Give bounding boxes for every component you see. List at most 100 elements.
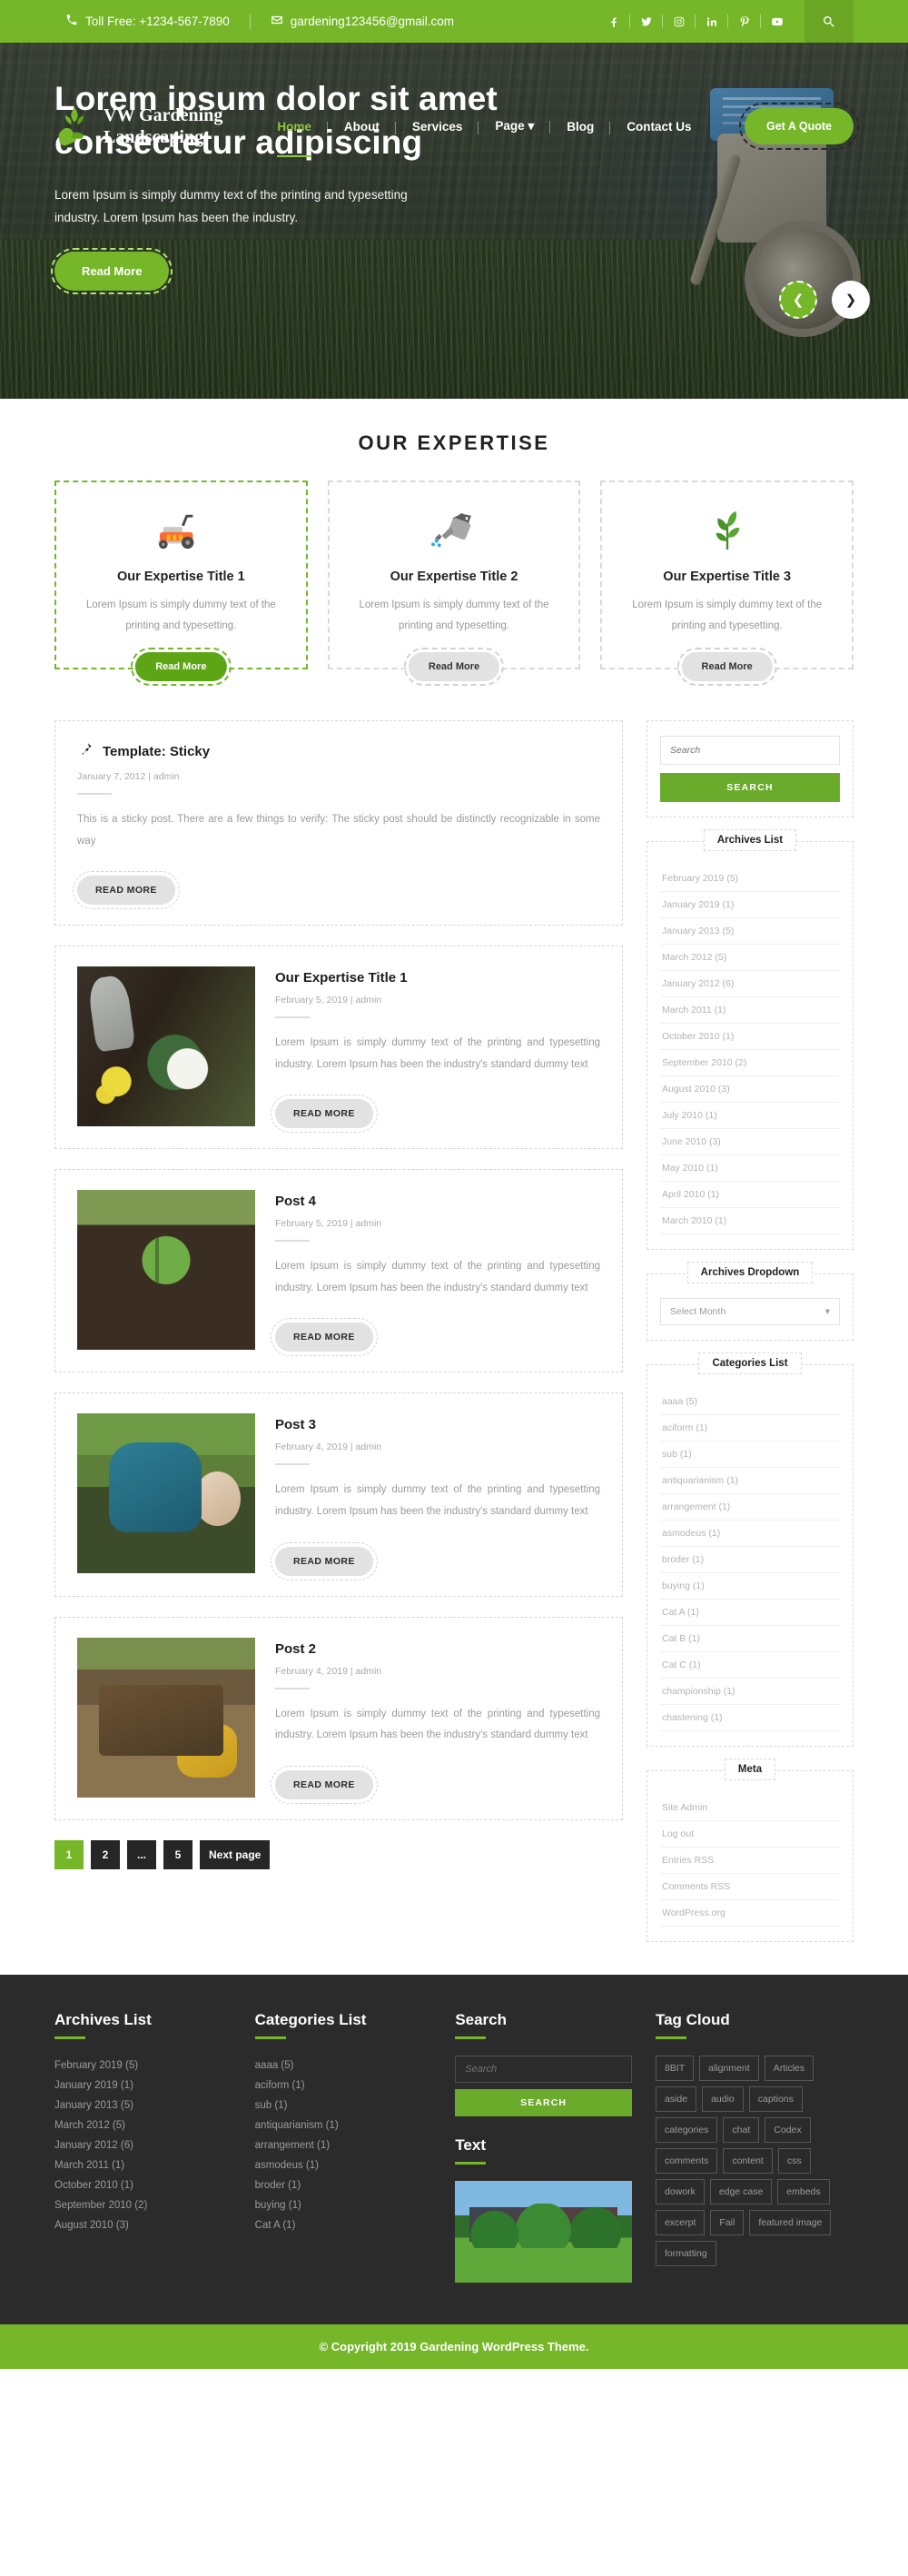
list-item[interactable]: March 2010 (1) xyxy=(660,1208,840,1234)
pagination-page-1[interactable]: 1 xyxy=(54,1839,84,1869)
tag-item[interactable]: aside xyxy=(655,2086,697,2112)
list-item[interactable]: January 2019 (1) xyxy=(54,2076,232,2095)
tag-item[interactable]: formatting xyxy=(655,2241,716,2266)
pagination-page-2[interactable]: 2 xyxy=(91,1839,120,1869)
list-item[interactable]: August 2010 (3) xyxy=(54,2215,232,2235)
nav-item-page[interactable]: Page ▾ xyxy=(479,119,551,134)
list-item[interactable]: January 2012 (6) xyxy=(54,2135,232,2155)
tag-item[interactable]: dowork xyxy=(655,2179,705,2204)
site-logo[interactable]: VW Gardening Landscaping xyxy=(54,104,222,149)
list-item[interactable]: July 2010 (1) xyxy=(660,1103,840,1129)
tag-item[interactable]: Fail xyxy=(710,2210,745,2235)
expertise-card-1[interactable]: Our Expertise Title 1 Lorem Ipsum is sim… xyxy=(54,481,308,686)
tag-item[interactable]: Articles xyxy=(764,2056,814,2081)
list-item[interactable]: antiquarianism (1) xyxy=(255,2115,432,2135)
nav-item-contact-us[interactable]: Contact Us xyxy=(610,120,707,134)
twitter-icon[interactable] xyxy=(630,0,663,43)
list-item[interactable]: sub (1) xyxy=(255,2095,432,2115)
search-button[interactable]: SEARCH xyxy=(660,773,840,802)
post-title[interactable]: Template: Sticky xyxy=(103,744,210,759)
footer-search-input[interactable] xyxy=(455,2056,632,2083)
expertise-card-3[interactable]: Our Expertise Title 3 Lorem Ipsum is sim… xyxy=(600,481,854,686)
archives-select[interactable]: Select Month ▾ xyxy=(660,1298,840,1325)
pagination-ellipsis[interactable]: ... xyxy=(127,1839,156,1869)
nav-item-home[interactable]: Home xyxy=(261,120,328,157)
pagination-next-page[interactable]: Next page xyxy=(200,1839,271,1869)
tag-item[interactable]: 8BIT xyxy=(655,2056,695,2081)
nav-item-blog[interactable]: Blog xyxy=(550,120,611,134)
post-title[interactable]: Post 2 xyxy=(275,1641,600,1657)
list-item[interactable]: February 2019 (5) xyxy=(54,2056,232,2076)
list-item[interactable]: broder (1) xyxy=(660,1547,840,1573)
list-item[interactable]: Cat B (1) xyxy=(660,1626,840,1652)
tag-item[interactable]: chat xyxy=(723,2117,760,2143)
list-item[interactable]: March 2012 (5) xyxy=(660,945,840,971)
post-thumbnail[interactable] xyxy=(77,966,255,1127)
list-item[interactable]: Cat C (1) xyxy=(660,1652,840,1679)
list-item[interactable]: Site Admin xyxy=(660,1795,840,1821)
post-title[interactable]: Our Expertise Title 1 xyxy=(275,970,600,986)
read-more-button[interactable]: READ MORE xyxy=(271,1318,378,1357)
list-item[interactable]: asmodeus (1) xyxy=(660,1521,840,1547)
facebook-icon[interactable] xyxy=(597,0,630,43)
chevron-right-icon[interactable]: ❯ xyxy=(832,281,870,319)
list-item[interactable]: Log out xyxy=(660,1821,840,1848)
list-item[interactable]: March 2011 (1) xyxy=(54,2155,232,2175)
list-item[interactable]: March 2012 (5) xyxy=(54,2115,232,2135)
post-thumbnail[interactable] xyxy=(77,1413,255,1574)
read-more-button[interactable]: READ MORE xyxy=(271,1541,378,1580)
chevron-left-icon[interactable]: ❮ xyxy=(779,281,817,319)
expertise-card-2[interactable]: Our Expertise Title 2 Lorem Ipsum is sim… xyxy=(327,481,581,686)
list-item[interactable]: chastening (1) xyxy=(660,1705,840,1731)
list-item[interactable]: aaaa (5) xyxy=(660,1389,840,1415)
read-more-button[interactable]: READ MORE xyxy=(73,871,180,910)
list-item[interactable]: Cat A (1) xyxy=(660,1600,840,1626)
tag-item[interactable]: embeds xyxy=(777,2179,830,2204)
list-item[interactable]: September 2010 (2) xyxy=(54,2195,232,2215)
hero-read-more-button[interactable]: Read More xyxy=(50,248,173,295)
list-item[interactable]: January 2019 (1) xyxy=(660,892,840,918)
youtube-icon[interactable] xyxy=(761,0,794,43)
pinterest-icon[interactable] xyxy=(728,0,761,43)
search-icon[interactable] xyxy=(804,0,854,43)
tag-item[interactable]: featured image xyxy=(749,2210,832,2235)
tag-item[interactable]: categories xyxy=(655,2117,718,2143)
tag-item[interactable]: css xyxy=(777,2148,811,2174)
tag-item[interactable]: edge case xyxy=(709,2179,773,2204)
list-item[interactable]: antiquarianism (1) xyxy=(660,1468,840,1494)
list-item[interactable]: WordPress.org xyxy=(660,1900,840,1927)
list-item[interactable]: January 2012 (6) xyxy=(660,971,840,997)
tag-item[interactable]: excerpt xyxy=(655,2210,706,2235)
post-thumbnail[interactable] xyxy=(77,1190,255,1351)
list-item[interactable]: buying (1) xyxy=(255,2195,432,2215)
list-item[interactable]: Entries RSS xyxy=(660,1848,840,1874)
tag-item[interactable]: content xyxy=(723,2148,773,2174)
expertise-card-1-button[interactable]: Read More xyxy=(131,648,232,686)
list-item[interactable]: May 2010 (1) xyxy=(660,1155,840,1182)
nav-item-services[interactable]: Services xyxy=(396,120,479,134)
list-item[interactable]: January 2013 (5) xyxy=(660,918,840,945)
tag-item[interactable]: comments xyxy=(655,2148,718,2174)
list-item[interactable]: sub (1) xyxy=(660,1442,840,1468)
list-item[interactable]: aaaa (5) xyxy=(255,2056,432,2076)
linkedin-icon[interactable] xyxy=(696,0,728,43)
read-more-button[interactable]: READ MORE xyxy=(271,1095,378,1134)
list-item[interactable]: September 2010 (2) xyxy=(660,1050,840,1076)
tag-item[interactable]: Codex xyxy=(765,2117,811,2143)
expertise-card-3-button[interactable]: Read More xyxy=(676,648,778,686)
tag-item[interactable]: alignment xyxy=(699,2056,759,2081)
tag-item[interactable]: captions xyxy=(748,2086,803,2112)
list-item[interactable]: June 2010 (3) xyxy=(660,1129,840,1155)
list-item[interactable]: broder (1) xyxy=(255,2175,432,2195)
post-thumbnail[interactable] xyxy=(77,1637,255,1798)
list-item[interactable]: buying (1) xyxy=(660,1573,840,1600)
list-item[interactable]: August 2010 (3) xyxy=(660,1076,840,1103)
post-title[interactable]: Post 4 xyxy=(275,1194,600,1209)
list-item[interactable]: March 2011 (1) xyxy=(660,997,840,1024)
list-item[interactable]: October 2010 (1) xyxy=(660,1024,840,1050)
list-item[interactable]: October 2010 (1) xyxy=(54,2175,232,2195)
footer-search-button[interactable]: SEARCH xyxy=(455,2089,632,2116)
list-item[interactable]: Cat A (1) xyxy=(255,2215,432,2235)
list-item[interactable]: January 2013 (5) xyxy=(54,2095,232,2115)
post-title[interactable]: Post 3 xyxy=(275,1417,600,1432)
